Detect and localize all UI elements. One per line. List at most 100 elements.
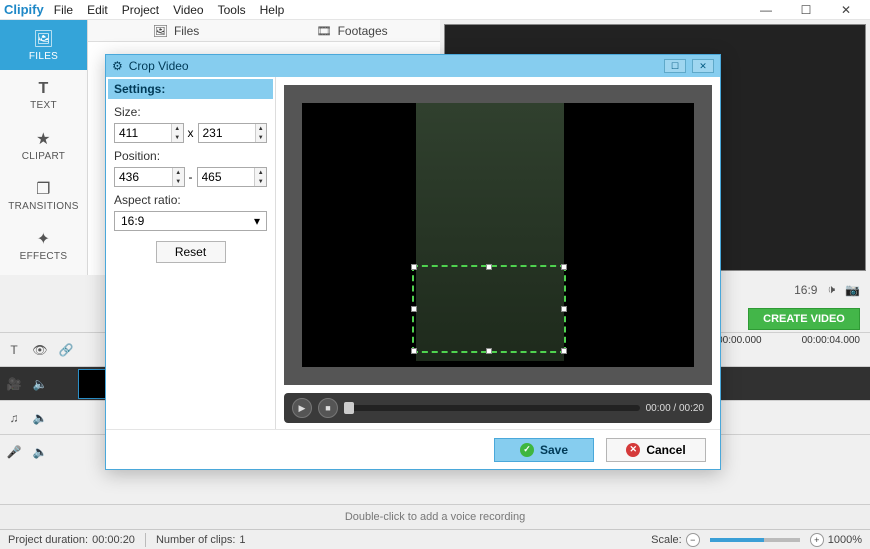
size-height-input[interactable] (199, 124, 255, 142)
status-clips-label: Number of clips: (156, 534, 235, 546)
create-video-button[interactable]: CREATE VIDEO (748, 308, 860, 330)
chevron-down-icon[interactable]: ▼ (255, 177, 266, 186)
close-button[interactable]: ✕ (826, 1, 866, 19)
crop-handle[interactable] (486, 264, 492, 270)
crop-handle[interactable] (561, 264, 567, 270)
crop-handle[interactable] (411, 348, 417, 354)
chevron-up-icon[interactable]: ▲ (173, 168, 184, 177)
close-icon: ✕ (626, 443, 640, 457)
crop-handle[interactable] (561, 306, 567, 312)
status-scale-value: 1000% (828, 534, 862, 546)
size-height-stepper[interactable]: ▲▼ (198, 123, 268, 143)
playback-time: 00:00 / 00:20 (646, 403, 704, 414)
status-duration-label: Project duration: (8, 534, 88, 546)
text-icon: T (6, 343, 22, 357)
tab-footages[interactable]: 🎞 Footages (264, 24, 440, 38)
save-button-label: Save (540, 443, 568, 457)
crop-handle[interactable] (411, 306, 417, 312)
save-button[interactable]: ✓ Save (494, 438, 594, 462)
mute-icon[interactable]: 🔈 (32, 411, 48, 425)
zoom-in-button[interactable]: + (810, 533, 824, 547)
film-icon: 🎞 (316, 24, 331, 38)
zoom-out-button[interactable]: − (686, 533, 700, 547)
dialog-maximize-button[interactable]: ☐ (664, 59, 686, 73)
dialog-titlebar[interactable]: ⚙ Crop Video ☐ ✕ (106, 55, 720, 77)
menu-video[interactable]: Video (173, 3, 203, 17)
chevron-down-icon[interactable]: ▼ (173, 177, 184, 186)
tab-label: Files (174, 24, 199, 38)
crop-handle[interactable] (411, 264, 417, 270)
tool-label: CLIPART (22, 151, 65, 162)
tool-files[interactable]: 🖼 FILES (0, 20, 87, 70)
size-width-input[interactable] (115, 124, 171, 142)
tool-label: EFFECTS (20, 251, 68, 262)
chevron-down-icon[interactable]: ▼ (256, 133, 266, 142)
play-button[interactable]: ▶ (292, 398, 312, 418)
image-icon: 🖼 (153, 24, 168, 38)
main-menu: File Edit Project Video Tools Help (54, 3, 285, 17)
size-label: Size: (108, 101, 273, 121)
crop-handle[interactable] (486, 348, 492, 354)
cancel-button[interactable]: ✕ Cancel (606, 438, 706, 462)
mic-icon: 🎤 (6, 445, 22, 459)
crop-rectangle[interactable] (412, 265, 566, 353)
menu-file[interactable]: File (54, 3, 73, 17)
camera-icon: 🎥 (6, 377, 22, 391)
menu-project[interactable]: Project (122, 3, 159, 17)
text-icon: T (38, 80, 48, 98)
menu-tools[interactable]: Tools (218, 3, 246, 17)
position-y-input[interactable] (198, 168, 255, 186)
titlebar: Clipify File Edit Project Video Tools He… (0, 0, 870, 20)
position-x-stepper[interactable]: ▲▼ (114, 167, 185, 187)
check-icon: ✓ (520, 443, 534, 457)
image-icon: 🖼 (33, 29, 54, 49)
reset-button[interactable]: Reset (156, 241, 226, 263)
tab-files[interactable]: 🖼 Files (88, 24, 264, 38)
tool-clipart[interactable]: ★ CLIPART (0, 120, 87, 170)
side-toolbar: 🖼 FILES T TEXT ★ CLIPART ❐ TRANSITIONS ✦… (0, 20, 88, 275)
mute-icon[interactable]: 🔈 (32, 377, 48, 391)
position-separator: - (189, 170, 193, 184)
seek-slider[interactable] (344, 405, 640, 411)
chevron-down-icon: ▾ (254, 214, 260, 228)
chevron-up-icon[interactable]: ▲ (172, 124, 182, 133)
stop-button[interactable]: ■ (318, 398, 338, 418)
snapshot-icon[interactable]: 📷 (845, 283, 860, 297)
menu-help[interactable]: Help (260, 3, 285, 17)
library-tabs: 🖼 Files 🎞 Footages (88, 20, 440, 42)
layers-icon: ❐ (36, 179, 51, 199)
preview-aspect-label[interactable]: 16:9 (794, 283, 817, 297)
menu-edit[interactable]: Edit (87, 3, 108, 17)
chevron-down-icon[interactable]: ▼ (172, 133, 182, 142)
chevron-up-icon[interactable]: ▲ (256, 124, 266, 133)
minimize-button[interactable]: — (746, 1, 786, 19)
tool-effects[interactable]: ✦ EFFECTS (0, 220, 87, 270)
tool-label: TEXT (30, 100, 57, 111)
settings-panel: Settings: Size: ▲▼ x ▲▼ Position: ▲▼ (106, 77, 276, 429)
star-icon: ★ (36, 129, 51, 149)
dialog-title: Crop Video (129, 59, 189, 73)
tool-text[interactable]: T TEXT (0, 70, 87, 120)
zoom-slider[interactable] (710, 538, 800, 542)
status-scale-label: Scale: (651, 534, 682, 546)
maximize-button[interactable]: ☐ (786, 1, 826, 19)
aspect-ratio-select[interactable]: 16:9 ▾ (114, 211, 267, 231)
mute-icon[interactable]: 🔈 (32, 445, 48, 459)
tool-label: FILES (29, 51, 58, 62)
seek-knob[interactable] (344, 402, 354, 414)
crop-handle[interactable] (561, 348, 567, 354)
visibility-icon[interactable]: 👁 (32, 343, 48, 357)
aspect-label: Aspect ratio: (108, 189, 273, 209)
crop-canvas[interactable] (284, 85, 712, 385)
size-width-stepper[interactable]: ▲▼ (114, 123, 184, 143)
position-x-input[interactable] (115, 168, 172, 186)
dialog-close-button[interactable]: ✕ (692, 59, 714, 73)
chevron-up-icon[interactable]: ▲ (255, 168, 266, 177)
position-y-stepper[interactable]: ▲▼ (197, 167, 268, 187)
tool-transitions[interactable]: ❐ TRANSITIONS (0, 170, 87, 220)
crop-video-dialog: ⚙ Crop Video ☐ ✕ Settings: Size: ▲▼ x ▲▼… (105, 54, 721, 470)
link-icon[interactable]: 🔗 (58, 343, 74, 357)
voice-track-hint[interactable]: Double-click to add a voice recording (0, 504, 870, 529)
volume-icon[interactable]: 🕩 (827, 282, 835, 297)
gear-icon: ⚙ (112, 59, 123, 73)
